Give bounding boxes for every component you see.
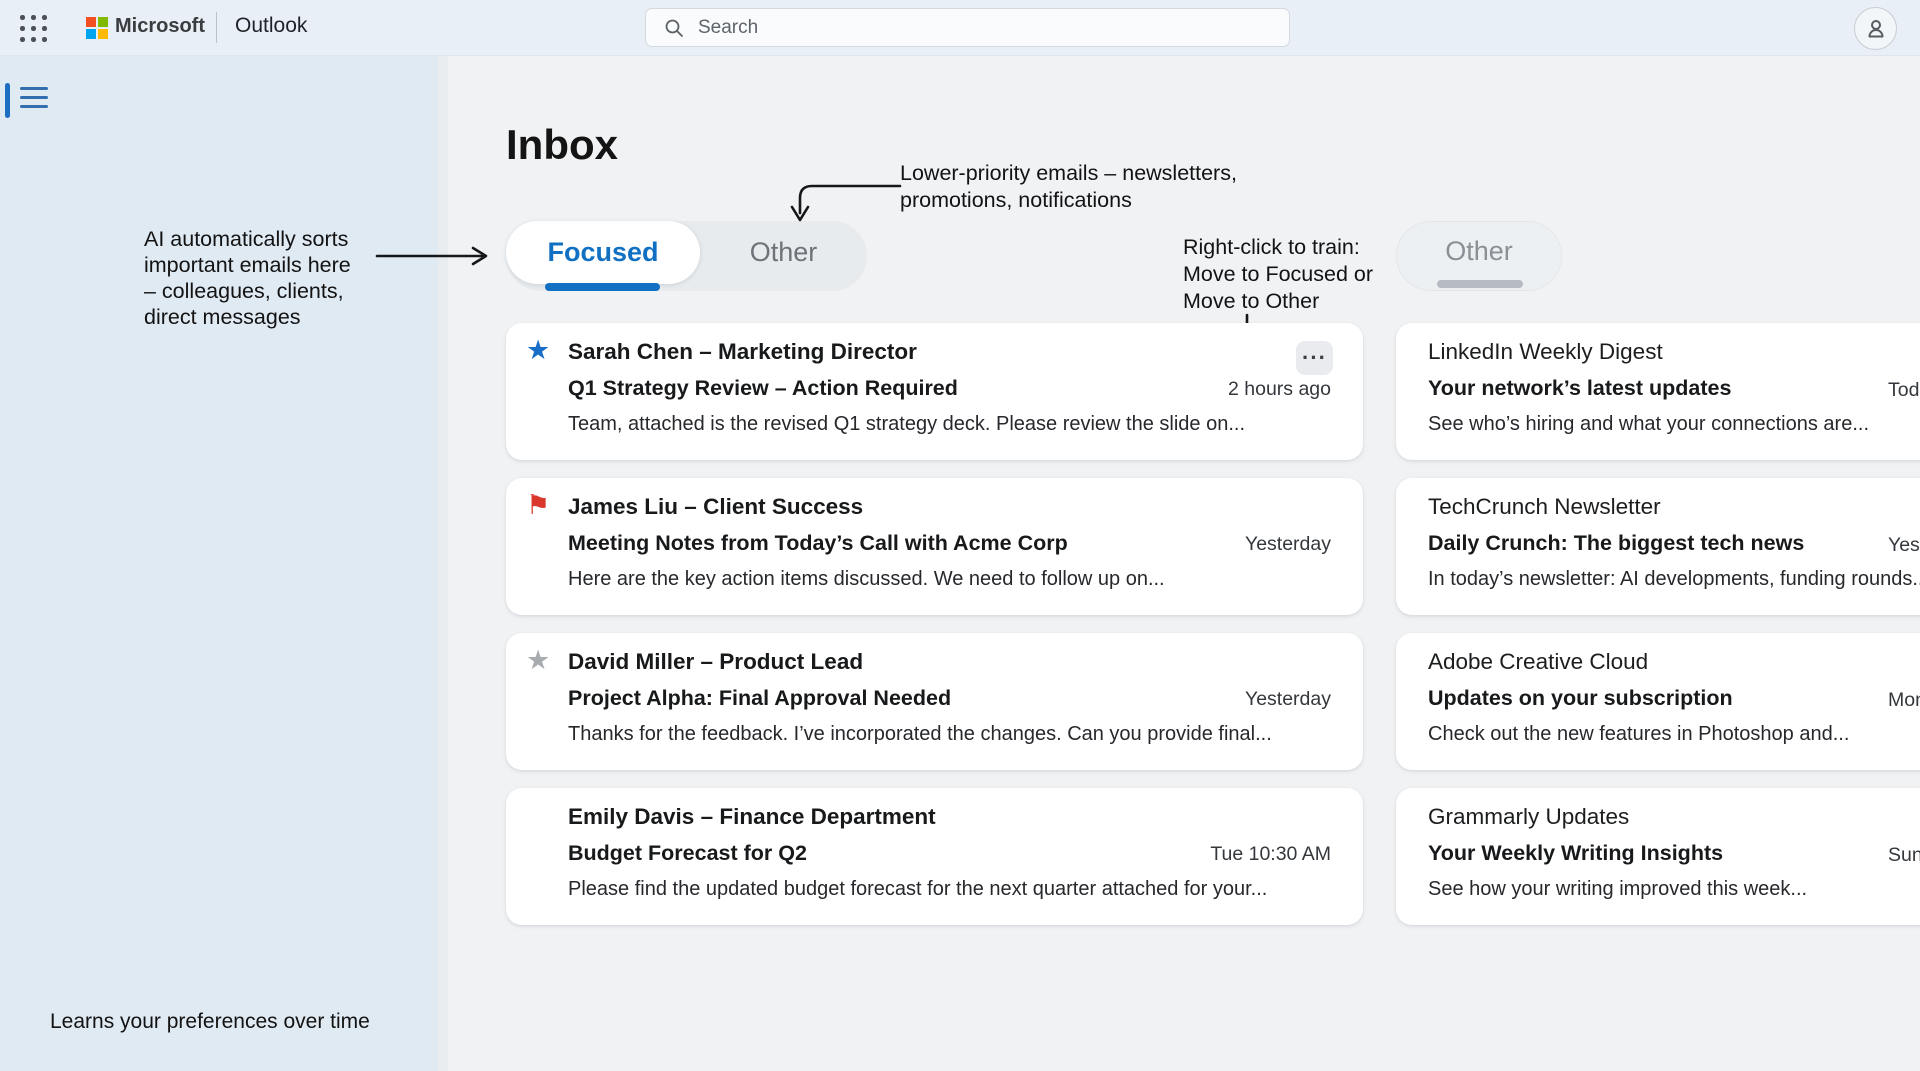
other-panel-tab-pill[interactable]: Other — [1396, 221, 1562, 291]
email-time: Mon — [1888, 689, 1920, 712]
tab-other[interactable]: Other — [700, 221, 867, 284]
email-sender: Adobe Creative Cloud — [1428, 649, 1648, 675]
page-title-inbox: Inbox — [506, 121, 618, 169]
email-preview: Please find the updated budget forecast … — [568, 878, 1343, 901]
microsoft-logo-icon — [86, 17, 108, 39]
email-subject: Your Weekly Writing Insights — [1428, 841, 1723, 866]
email-sender: LinkedIn Weekly Digest — [1428, 339, 1663, 365]
email-preview: Thanks for the feedback. I’ve incorporat… — [568, 723, 1343, 746]
email-row-emily-davis[interactable]: Emily Davis – Finance Department Budget … — [506, 788, 1363, 925]
email-preview: In today’s newsletter: AI developments, … — [1428, 568, 1920, 591]
email-subject: Q1 Strategy Review – Action Required — [568, 376, 958, 401]
email-subject: Your network’s latest updates — [1428, 376, 1731, 401]
star-icon[interactable]: ★ — [526, 335, 550, 365]
search-icon — [664, 18, 684, 38]
email-sender: David Miller – Product Lead — [568, 649, 863, 675]
more-options-button[interactable]: ··· — [1296, 341, 1333, 375]
email-subject: Project Alpha: Final Approval Needed — [568, 686, 951, 711]
email-preview: Team, attached is the revised Q1 strateg… — [568, 413, 1343, 436]
search-box[interactable] — [645, 8, 1290, 47]
email-time: Sun — [1888, 844, 1920, 867]
email-subject: Meeting Notes from Today’s Call with Acm… — [568, 531, 1068, 556]
annotation-arrow-to-focused — [374, 242, 498, 270]
focused-other-tabset: Focused Other — [506, 221, 867, 291]
email-time: Yesterday — [1245, 533, 1331, 556]
search-input[interactable] — [696, 16, 1275, 40]
email-preview: See how your writing improved this week.… — [1428, 878, 1807, 901]
email-preview: See who’s hiring and what your connectio… — [1428, 413, 1869, 436]
flag-icon[interactable]: ⚑ — [526, 490, 550, 520]
email-subject: Budget Forecast for Q2 — [568, 841, 807, 866]
app-launcher-waffle-icon[interactable] — [17, 12, 49, 44]
other-tab-inactive-underline — [1437, 280, 1523, 288]
email-sender: James Liu – Client Success — [568, 494, 863, 520]
other-email-row-techcrunch[interactable]: TechCrunch Newsletter Daily Crunch: The … — [1396, 478, 1920, 615]
top-app-bar: Microsoft Outlook — [0, 0, 1920, 56]
other-email-row-grammarly[interactable]: Grammarly Updates Your Weekly Writing In… — [1396, 788, 1920, 925]
email-subject: Daily Crunch: The biggest tech news — [1428, 531, 1804, 556]
focused-tab-active-underline — [545, 283, 660, 291]
email-time: 2 hours ago — [1228, 378, 1331, 401]
email-preview: Check out the new features in Photoshop … — [1428, 723, 1849, 746]
email-sender: Sarah Chen – Marketing Director — [568, 339, 917, 365]
hamburger-menu-icon[interactable] — [20, 87, 48, 111]
email-time: Today — [1888, 379, 1920, 402]
other-email-row-adobe[interactable]: Adobe Creative Cloud Updates on your sub… — [1396, 633, 1920, 770]
email-time: Tue 10:30 AM — [1210, 843, 1331, 866]
star-icon[interactable]: ★ — [526, 645, 550, 675]
microsoft-brand-text: Microsoft — [115, 15, 205, 38]
account-avatar-button[interactable] — [1854, 7, 1897, 50]
outlook-focused-inbox-screen: Microsoft Outlook AI automatically sorts… — [0, 0, 1920, 1071]
email-sender: TechCrunch Newsletter — [1428, 494, 1661, 520]
app-name-outlook[interactable]: Outlook — [235, 14, 307, 38]
annotation-ai-sorts: AI automatically sorts important emails … — [144, 226, 351, 330]
email-time: Yesterday — [1245, 688, 1331, 711]
person-icon — [1864, 17, 1888, 41]
other-panel-tab-label: Other — [1397, 222, 1561, 280]
sidebar-main-gutter — [438, 56, 448, 1071]
annotation-right-click-train: Right-click to train: Move to Focused or… — [1183, 234, 1373, 315]
email-subject: Updates on your subscription — [1428, 686, 1733, 711]
annotation-learns-preferences: Learns your preferences over time — [50, 1010, 370, 1034]
email-row-james-liu[interactable]: ⚑ James Liu – Client Success Meeting Not… — [506, 478, 1363, 615]
left-sidebar: AI automatically sorts important emails … — [0, 56, 438, 1071]
email-row-david-miller[interactable]: ★ David Miller – Product Lead Project Al… — [506, 633, 1363, 770]
email-sender: Emily Davis – Finance Department — [568, 804, 936, 830]
email-sender: Grammarly Updates — [1428, 804, 1629, 830]
email-preview: Here are the key action items discussed.… — [568, 568, 1343, 591]
annotation-lower-priority: Lower-priority emails – newsletters, pro… — [900, 160, 1237, 214]
tab-focused[interactable]: Focused — [506, 221, 700, 284]
other-email-row-linkedin[interactable]: LinkedIn Weekly Digest Your network’s la… — [1396, 323, 1920, 460]
email-time: Yesterday — [1888, 534, 1920, 557]
email-row-sarah-chen[interactable]: ★ Sarah Chen – Marketing Director Q1 Str… — [506, 323, 1363, 460]
header-divider — [216, 12, 217, 43]
annotation-arrow-to-other-tab — [784, 175, 906, 229]
sidebar-accent-bar — [5, 83, 10, 118]
